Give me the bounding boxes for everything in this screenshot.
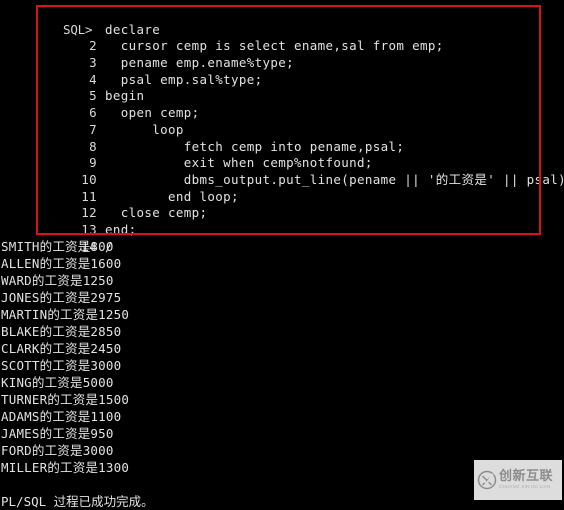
output-line: MARTIN的工资是1250 [1,307,130,322]
code-line-text: dbms_output.put_line(pename || '的工资是' ||… [105,171,564,187]
output-line: ALLEN的工资是1600 [1,256,122,271]
watermark: 创新互联 CHUANG XIN HU LIAN [474,460,562,500]
output-line: FORD的工资是3000 [1,443,114,458]
code-line-text: exit when cemp%notfound; [105,155,373,171]
output-line: SMITH的工资是800 [1,239,114,254]
code-line-text: end loop; [105,188,239,204]
line-number: 12 [81,205,98,221]
code-lines-container: SQL> declare 2 cursor cemp is select enam… [0,5,564,254]
output-line: CLARK的工资是2450 [1,341,122,356]
output-line: WARD的工资是1250 [1,273,114,288]
line-number: 2 [89,38,98,54]
output-line: JAMES的工资是950 [1,426,114,441]
line-number: 7 [89,121,98,137]
watermark-text: 创新互联 CHUANG XIN HU LIAN [499,470,553,489]
code-line-text: declare [105,21,161,37]
code-line-text: begin [105,88,145,104]
line-number: 10 [81,171,98,187]
line-number: 6 [89,105,98,121]
watermark-chinese: 创新互联 [499,469,554,485]
sql-code-block: SQL> declare 2 cursor cemp is select enam… [0,0,564,254]
output-line: TURNER的工资是1500 [1,392,130,407]
code-line-text: end; [105,221,137,237]
output-line: SCOTT的工资是3000 [1,358,122,373]
output-line: BLAKE的工资是2850 [1,324,122,339]
watermark-latin: CHUANG XIN HU LIAN [499,484,551,490]
output-line: ADAMS的工资是1100 [1,409,122,424]
line-number: 9 [89,155,98,171]
line-number: 8 [89,138,98,154]
code-line-text: close cemp; [105,205,208,221]
line-number: 13 [81,221,98,237]
code-line-text: loop [105,121,184,137]
code-line-text: open cemp; [105,105,200,121]
output-line: JONES的工资是2975 [1,290,122,305]
code-line-text: cursor cemp is select ename,sal from emp… [105,38,444,54]
terminal-window: SQL> declare 2 cursor cemp is select enam… [0,0,564,509]
line-number: 4 [89,71,98,87]
line-number: 5 [89,88,98,104]
line-number: 3 [89,55,98,71]
code-line-text: fetch cemp into pename,psal; [105,138,405,154]
sql-prompt: SQL> [63,21,93,37]
circle-x-logo-icon [477,470,497,490]
code-line-text: psal emp.sal%type; [105,71,263,87]
output-line: KING的工资是5000 [1,375,114,390]
line-number: 11 [81,188,98,204]
code-line-text: pename emp.ename%type; [105,55,295,71]
code-line: SQL> declare [0,5,564,37]
